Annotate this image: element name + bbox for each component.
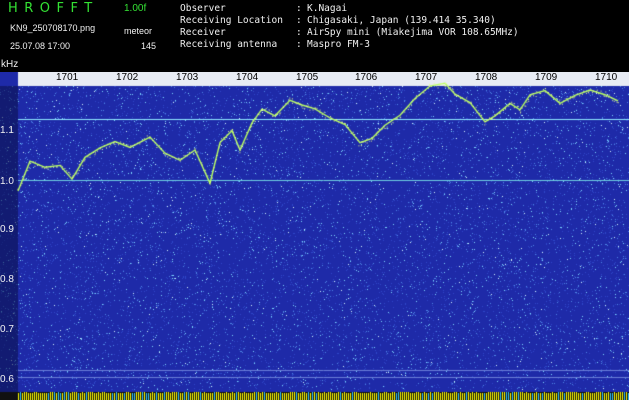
time-tick-1708: 1708 xyxy=(475,72,498,83)
spectrogram-canvas xyxy=(0,72,629,400)
time-tick-1702: 1702 xyxy=(116,72,139,83)
time-tick-1701: 1701 xyxy=(56,72,79,83)
time-tick-1705: 1705 xyxy=(296,72,319,83)
freq-tick-1-0: 1.0 xyxy=(0,176,14,187)
antenna-key: Receiving antenna xyxy=(180,39,278,50)
filename-label: KN9_250708170.png xyxy=(10,23,96,33)
antenna-value: Maspro FM-3 xyxy=(307,39,370,50)
datetime-label: 25.07.08 17:00 xyxy=(10,41,71,51)
freq-unit-label: kHz xyxy=(1,59,19,70)
time-tick-1704: 1704 xyxy=(236,72,259,83)
freq-tick-1-1: 1.1 xyxy=(0,125,14,136)
receiver-key: Receiver xyxy=(180,27,226,38)
receiver-value: AirSpy mini (Miakejima VOR 108.65MHz) xyxy=(307,27,519,38)
version-label: 1.00f xyxy=(124,3,147,14)
observer-value: K.Nagai xyxy=(307,3,348,14)
time-tick-1703: 1703 xyxy=(176,72,199,83)
freq-tick-0-7: 0.7 xyxy=(0,324,14,335)
location-value: Chigasaki, Japan (139.414 35.340) xyxy=(307,15,496,26)
observer-key: Observer xyxy=(180,3,226,14)
app-title: HROFFT xyxy=(8,1,99,16)
antenna-sep: : xyxy=(296,39,302,50)
receiver-sep: : xyxy=(296,27,302,38)
mode-label: meteor xyxy=(124,26,153,36)
location-key: Receiving Location xyxy=(180,15,283,26)
location-sep: : xyxy=(296,15,302,26)
freq-tick-0-6: 0.6 xyxy=(0,374,14,385)
header-panel: HROFFT 1.00f KN9_250708170.png 25.07.08 … xyxy=(0,0,629,72)
spectrogram: 1.1 1.0 0.9 0.8 0.7 0.6 1701 1702 1703 1… xyxy=(0,72,629,400)
time-tick-1706: 1706 xyxy=(355,72,378,83)
count-label: 145 xyxy=(141,41,157,51)
time-tick-1707: 1707 xyxy=(415,72,438,83)
time-tick-1709: 1709 xyxy=(535,72,558,83)
freq-tick-0-8: 0.8 xyxy=(0,274,14,285)
observer-sep: : xyxy=(296,3,302,14)
freq-tick-0-9: 0.9 xyxy=(0,224,14,235)
time-tick-1710: 1710 xyxy=(595,72,618,83)
